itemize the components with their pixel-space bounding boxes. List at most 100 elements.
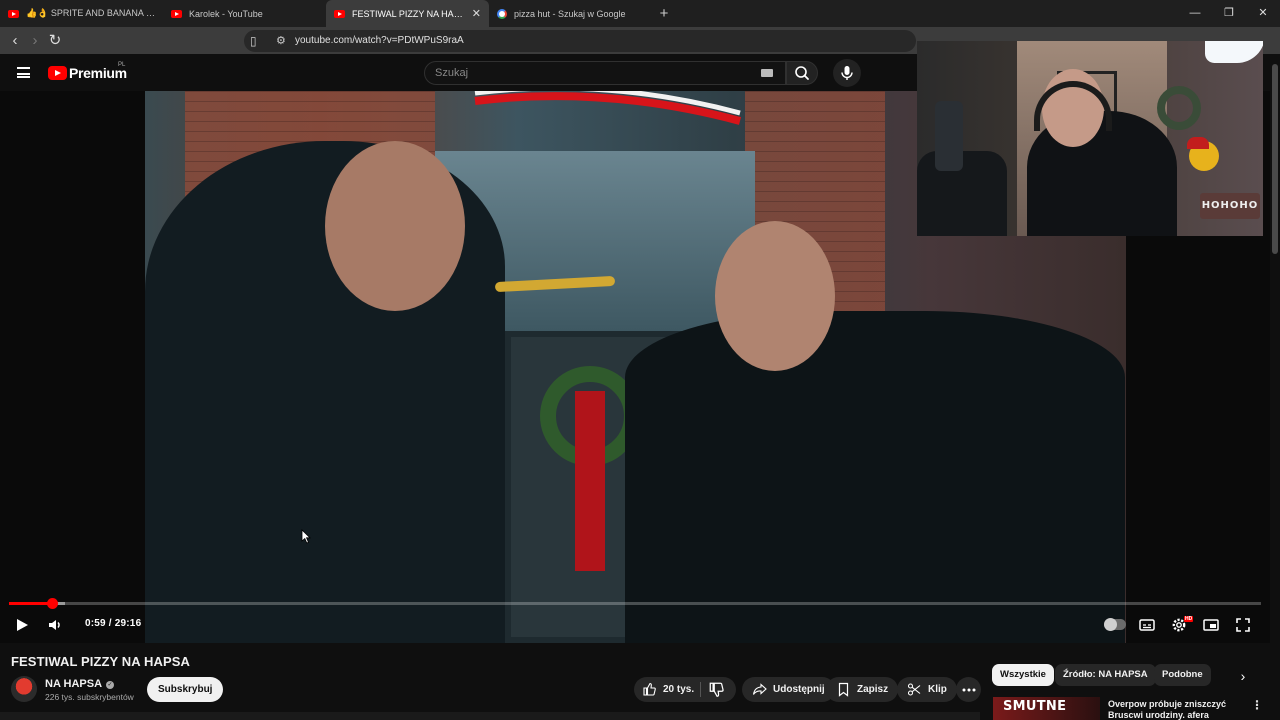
browser-tab-3-active[interactable]: FESTIWAL PIZZY NA HAPSA - You ✕	[326, 0, 489, 27]
minimize-icon[interactable]: —	[1178, 0, 1212, 27]
page-scrollbar[interactable]	[1270, 54, 1280, 720]
scene-ribbon	[575, 391, 605, 571]
play-button[interactable]	[11, 614, 33, 636]
search-icon	[795, 66, 809, 80]
search-button[interactable]	[786, 61, 818, 85]
tab-label: Karolek - YouTube	[189, 8, 263, 19]
clip-button[interactable]: Klip	[897, 677, 957, 702]
save-button[interactable]: Zapisz	[826, 677, 899, 702]
description-edge	[0, 712, 980, 720]
like-divider	[700, 682, 701, 697]
share-icon	[752, 683, 767, 695]
chevron-right-icon[interactable]: ›	[1234, 666, 1252, 686]
channel-name[interactable]: NA HAPSA ✓	[45, 678, 115, 690]
clip-label: Klip	[928, 684, 947, 695]
time-display: 0:59 / 29:16	[85, 618, 142, 629]
browser-tab-2[interactable]: Karolek - YouTube	[163, 0, 326, 27]
youtube-icon	[334, 9, 345, 18]
logo-country: PL	[118, 62, 126, 68]
back-arrow-icon[interactable]: ‹	[5, 31, 25, 51]
subtitles-button[interactable]	[1136, 614, 1158, 636]
chip-related[interactable]: Podobne	[1154, 664, 1211, 686]
channel-name-text[interactable]: NA HAPSA	[45, 678, 102, 690]
volume-icon	[49, 620, 60, 630]
close-tab-icon[interactable]: ✕	[472, 7, 481, 20]
bookmark-icon[interactable]: ▯	[250, 30, 257, 52]
streamer-webcam: HOHOHO	[917, 41, 1263, 236]
webcam-sign: HOHOHO	[1200, 193, 1260, 219]
forward-arrow-icon[interactable]: ›	[25, 31, 45, 51]
menu-icon[interactable]	[17, 67, 30, 78]
video-title: FESTIWAL PIZZY NA HAPSA	[11, 654, 191, 669]
dislike-button[interactable]	[708, 681, 725, 698]
scrubber-handle[interactable]	[46, 598, 58, 609]
thumbnail-text: SMUTNE	[1003, 699, 1067, 714]
recommended-video[interactable]: SMUTNE Overpow próbuje zniszczyć Bruscwi…	[993, 697, 1263, 720]
reload-icon[interactable]: ↻	[45, 31, 65, 51]
subtitles-icon	[1139, 619, 1155, 631]
progress-bar[interactable]	[9, 598, 1261, 609]
fullscreen-button[interactable]	[1232, 614, 1254, 636]
webcam-snow	[1205, 41, 1263, 63]
keyboard-icon[interactable]	[761, 69, 773, 77]
browser-tab-4[interactable]: pizza hut - Szukaj w Google	[489, 0, 652, 27]
storefront-sign	[474, 91, 742, 125]
youtube-icon	[48, 66, 67, 80]
tab-label: FESTIWAL PIZZY NA HAPSA - You	[352, 8, 468, 19]
url-text: youtube.com/watch?v=PDtWPuS9raA	[295, 35, 464, 46]
webcam-wreath	[1157, 86, 1201, 130]
browser-tabstrip: 👍👌 SPRITE AND BANANA CHALL Karolek - You…	[0, 0, 1280, 27]
voice-search-button[interactable]	[833, 59, 861, 87]
fullscreen-icon	[1236, 618, 1250, 632]
person-left	[145, 141, 505, 643]
new-tab-button[interactable]: +	[652, 0, 676, 27]
scissors-icon	[907, 683, 921, 696]
restore-icon[interactable]: ❐	[1212, 0, 1246, 27]
recommended-thumbnail[interactable]: SMUTNE	[993, 697, 1100, 720]
close-window-icon[interactable]: ✕	[1246, 0, 1280, 27]
google-icon	[497, 8, 507, 19]
thumbs-up-icon	[643, 682, 656, 696]
played-bar	[9, 602, 52, 605]
tab-label: pizza hut - Szukaj w Google	[514, 8, 626, 19]
browser-tab-1[interactable]: 👍👌 SPRITE AND BANANA CHALL	[0, 0, 163, 27]
microphone-icon	[841, 66, 853, 80]
scrollbar-thumb[interactable]	[1272, 64, 1278, 254]
youtube-logo[interactable]: Premium PL	[48, 62, 127, 81]
webcam-microphone	[935, 101, 963, 171]
save-label: Zapisz	[857, 684, 889, 695]
recommended-title[interactable]: Overpow próbuje zniszczyć Bruscwi urodzi…	[1108, 699, 1238, 720]
more-vertical-icon[interactable]: ⋮	[1251, 699, 1263, 711]
chip-all[interactable]: Wszystkie	[992, 664, 1054, 686]
window-controls: — ❐ ✕	[1178, 0, 1280, 27]
verified-icon: ✓	[106, 681, 115, 689]
youtube-icon	[171, 9, 182, 18]
channel-avatar[interactable]	[11, 676, 37, 702]
share-button[interactable]: Udostępnij	[742, 677, 835, 702]
chip-source-channel[interactable]: Źródło: NA HAPSA	[1055, 664, 1156, 686]
miniplayer-icon	[1203, 619, 1219, 631]
miniplayer-button[interactable]	[1200, 614, 1222, 636]
mute-button[interactable]	[44, 614, 66, 636]
youtube-icon	[8, 9, 19, 18]
like-button[interactable]: 20 tys.	[642, 677, 694, 702]
address-bar[interactable]: ▯ ⚙ youtube.com/watch?v=PDtWPuS9raA	[244, 30, 916, 52]
subscribe-button[interactable]: Subskrybuj	[147, 677, 224, 702]
play-icon	[17, 619, 28, 631]
thumbs-down-icon	[709, 682, 724, 697]
more-actions-button[interactable]	[956, 677, 981, 702]
person-right	[625, 221, 1125, 643]
hd-badge: HD	[1184, 616, 1194, 622]
search-box	[424, 61, 786, 85]
search-input[interactable]	[425, 62, 745, 84]
site-info-icon[interactable]: ⚙	[276, 30, 286, 52]
mouse-cursor-icon	[301, 529, 311, 544]
like-dislike-group: 20 tys.	[634, 677, 736, 702]
webcam-santa-hat	[1187, 137, 1209, 149]
share-label: Udostępnij	[773, 684, 825, 695]
bookmark-icon	[838, 682, 849, 697]
more-horizontal-icon	[962, 688, 975, 691]
like-count: 20 tys.	[663, 684, 695, 695]
tab-label: 👍👌 SPRITE AND BANANA CHALL	[26, 8, 155, 18]
autoplay-toggle[interactable]	[1104, 618, 1126, 631]
